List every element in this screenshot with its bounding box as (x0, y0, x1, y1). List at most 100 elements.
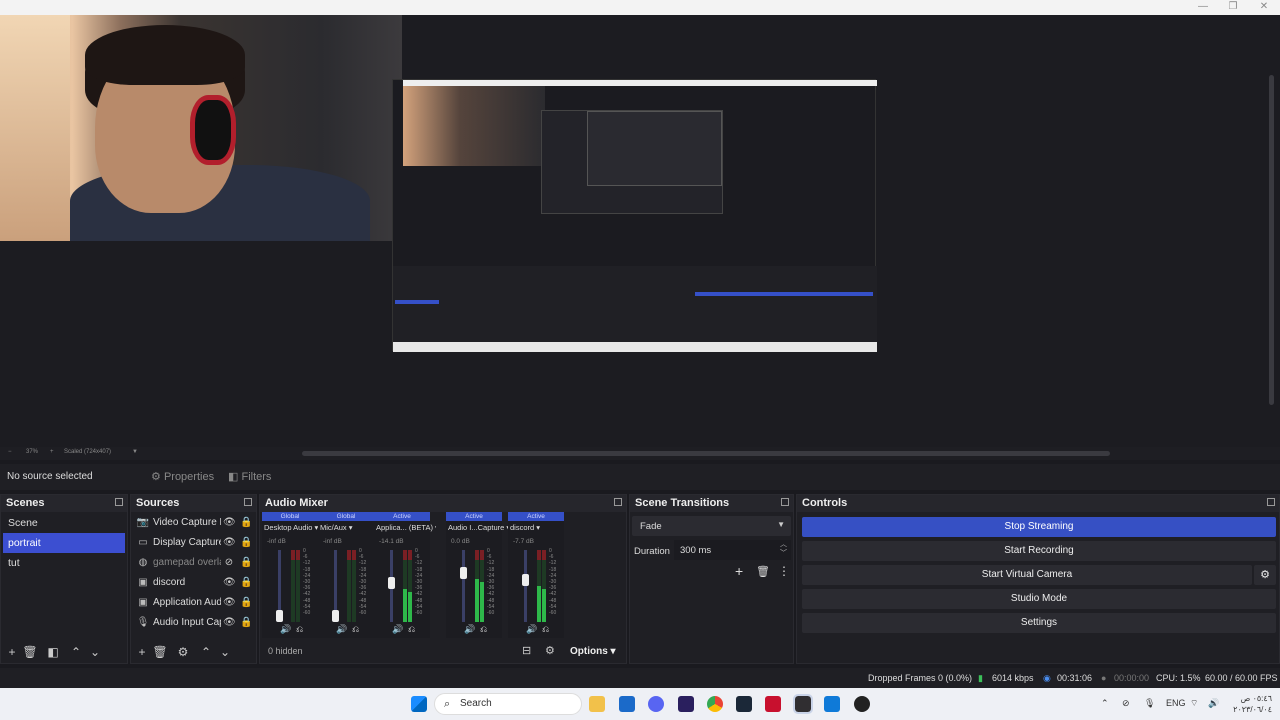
media-app-icon[interactable] (824, 696, 840, 712)
start-virtual-camera-button[interactable]: Start Virtual Camera (802, 565, 1252, 585)
eye-icon[interactable]: 👁 (223, 613, 236, 633)
virtual-camera-settings-icon[interactable]: ⚙ (1254, 565, 1276, 585)
source-properties-button[interactable]: ⚙ (175, 644, 191, 660)
fader-knob[interactable] (388, 577, 395, 589)
zoom-out-button[interactable]: − (8, 449, 12, 455)
transition-select[interactable]: Fade ▼ (632, 516, 791, 536)
monitor-icon[interactable]: ⎌ (408, 624, 415, 635)
remove-scene-button[interactable]: 🗑 (22, 644, 38, 660)
lock-icon[interactable]: 🔒 (240, 593, 252, 613)
move-down-button[interactable]: ⌄ (217, 644, 233, 660)
studio-mode-button[interactable]: Studio Mode (802, 589, 1276, 609)
eye-icon[interactable]: 👁 (223, 573, 236, 593)
recorder-icon[interactable] (854, 696, 870, 712)
eye-icon[interactable]: 👁 (223, 513, 236, 533)
scene-filters-button[interactable]: ◧ (45, 644, 61, 660)
network-icon[interactable]: ⊘ (1122, 698, 1130, 709)
obs-icon[interactable] (793, 694, 813, 714)
lock-icon[interactable]: 🔒 (240, 553, 252, 573)
source-item[interactable]: ▣ Application Audi 👁 🔒 (136, 593, 254, 613)
channel-name[interactable]: Audio I...Capture ▾ (448, 523, 508, 532)
monitor-icon[interactable]: ⎌ (352, 624, 359, 635)
more-options-icon[interactable]: ⋮ (778, 564, 790, 578)
channel-name[interactable]: Applica... (BETA) ▾ (376, 523, 436, 532)
preview-vertical-scrollbar[interactable] (1269, 75, 1274, 405)
volume-fader[interactable] (462, 550, 465, 622)
source-item[interactable]: 📷 Video Capture D 👁 🔒 (136, 513, 254, 533)
volume-fader[interactable] (524, 550, 527, 622)
zoom-dropdown-icon[interactable]: ▼ (132, 449, 138, 455)
lock-icon[interactable]: 🔒 (240, 533, 252, 553)
scene-item[interactable]: tut (3, 553, 125, 573)
steam-icon[interactable] (736, 696, 752, 712)
collapse-icon[interactable]: ⊟ (522, 644, 531, 657)
windows-start-icon[interactable] (411, 696, 427, 712)
fader-knob[interactable] (332, 610, 339, 622)
chevron-up-icon[interactable]: ⌃ (1101, 698, 1109, 709)
source-item[interactable]: 🎙 Audio Input Cap 👁 🔒 (136, 613, 254, 633)
eye-hidden-icon[interactable]: ⊘ (223, 553, 235, 573)
mute-icon[interactable]: 🔊 (526, 624, 537, 635)
properties-button[interactable]: ⚙ Properties (145, 468, 220, 486)
zoom-in-button[interactable]: + (50, 449, 54, 455)
mute-icon[interactable]: 🔊 (280, 624, 291, 635)
mic-tray-icon[interactable]: 🎙 (1144, 698, 1155, 709)
language-indicator[interactable]: ENG (1166, 698, 1186, 708)
options-button[interactable]: Options ▾ (570, 646, 616, 657)
source-item[interactable]: ◍ gamepad overla ⊘ 🔒 (136, 553, 254, 573)
eye-icon[interactable]: 👁 (223, 533, 236, 553)
sources-float-icon[interactable] (244, 498, 252, 506)
start-recording-button[interactable]: Start Recording (802, 541, 1276, 561)
stepper-icon[interactable]: ︿ ﹀ (780, 540, 787, 558)
move-up-button[interactable]: ⌃ (68, 644, 84, 660)
close-button[interactable]: ✕ (1249, 0, 1279, 15)
clock[interactable]: ٠٥:٤٦ ص ٢٠٢٣/٠٦/٠٤ (1226, 693, 1272, 715)
scenes-float-icon[interactable] (115, 498, 123, 506)
channel-name[interactable]: Mic/Aux ▾ (320, 523, 380, 532)
mute-icon[interactable]: 🔊 (336, 624, 347, 635)
remove-transition-button[interactable]: 🗑 (756, 565, 770, 578)
advanced-audio-icon[interactable]: ⚙ (545, 644, 555, 657)
stop-streaming-button[interactable]: Stop Streaming (802, 517, 1276, 537)
monitor-icon[interactable]: ⎌ (296, 624, 303, 635)
settings-button[interactable]: Settings (802, 613, 1276, 633)
scene-item[interactable]: portrait (3, 533, 125, 553)
game-app-icon[interactable] (765, 696, 781, 712)
preview-horizontal-scrollbar[interactable] (302, 451, 1110, 456)
mixer-float-icon[interactable] (614, 498, 622, 506)
volume-icon[interactable]: 🔊 (1208, 698, 1219, 709)
transitions-float-icon[interactable] (781, 498, 789, 506)
source-item[interactable]: ▭ Display Capture 👁 🔒 (136, 533, 254, 553)
fader-knob[interactable] (460, 567, 467, 579)
wifi-icon[interactable]: ⌔ (1190, 698, 1198, 709)
move-down-button[interactable]: ⌄ (87, 644, 103, 660)
restore-button[interactable]: ❐ (1218, 0, 1248, 15)
add-transition-button[interactable]: + (735, 563, 743, 579)
minimize-button[interactable]: — (1188, 0, 1218, 15)
file-explorer-icon[interactable] (589, 696, 605, 712)
move-up-button[interactable]: ⌃ (198, 644, 214, 660)
scene-item[interactable]: Scene (3, 513, 125, 533)
fader-knob[interactable] (522, 574, 529, 586)
monitor-icon[interactable]: ⎌ (480, 624, 487, 635)
controls-float-icon[interactable] (1267, 498, 1275, 506)
channel-name[interactable]: Desktop Audio ▾ (264, 523, 324, 532)
source-item[interactable]: ▣ discord 👁 🔒 (136, 573, 254, 593)
discord-icon[interactable] (648, 696, 664, 712)
filters-button[interactable]: ◧ Filters (222, 468, 277, 486)
lock-icon[interactable]: 🔒 (240, 573, 252, 593)
store-icon[interactable] (619, 696, 635, 712)
chrome-icon[interactable] (707, 696, 723, 712)
duration-field[interactable]: 300 ms ︿ ﹀ (674, 540, 791, 560)
monitor-icon[interactable]: ⎌ (542, 624, 549, 635)
remove-source-button[interactable]: 🗑 (152, 644, 168, 660)
eye-icon[interactable]: 👁 (223, 593, 236, 613)
preview-canvas[interactable] (0, 15, 1280, 447)
channel-name[interactable]: discord ▾ (510, 523, 570, 532)
lock-icon[interactable]: 🔒 (240, 513, 252, 533)
taskbar-search[interactable]: ⌕ Search (434, 693, 582, 715)
mute-icon[interactable]: 🔊 (464, 624, 475, 635)
fader-knob[interactable] (276, 610, 283, 622)
lock-icon[interactable]: 🔒 (240, 613, 252, 633)
premiere-icon[interactable] (678, 696, 694, 712)
